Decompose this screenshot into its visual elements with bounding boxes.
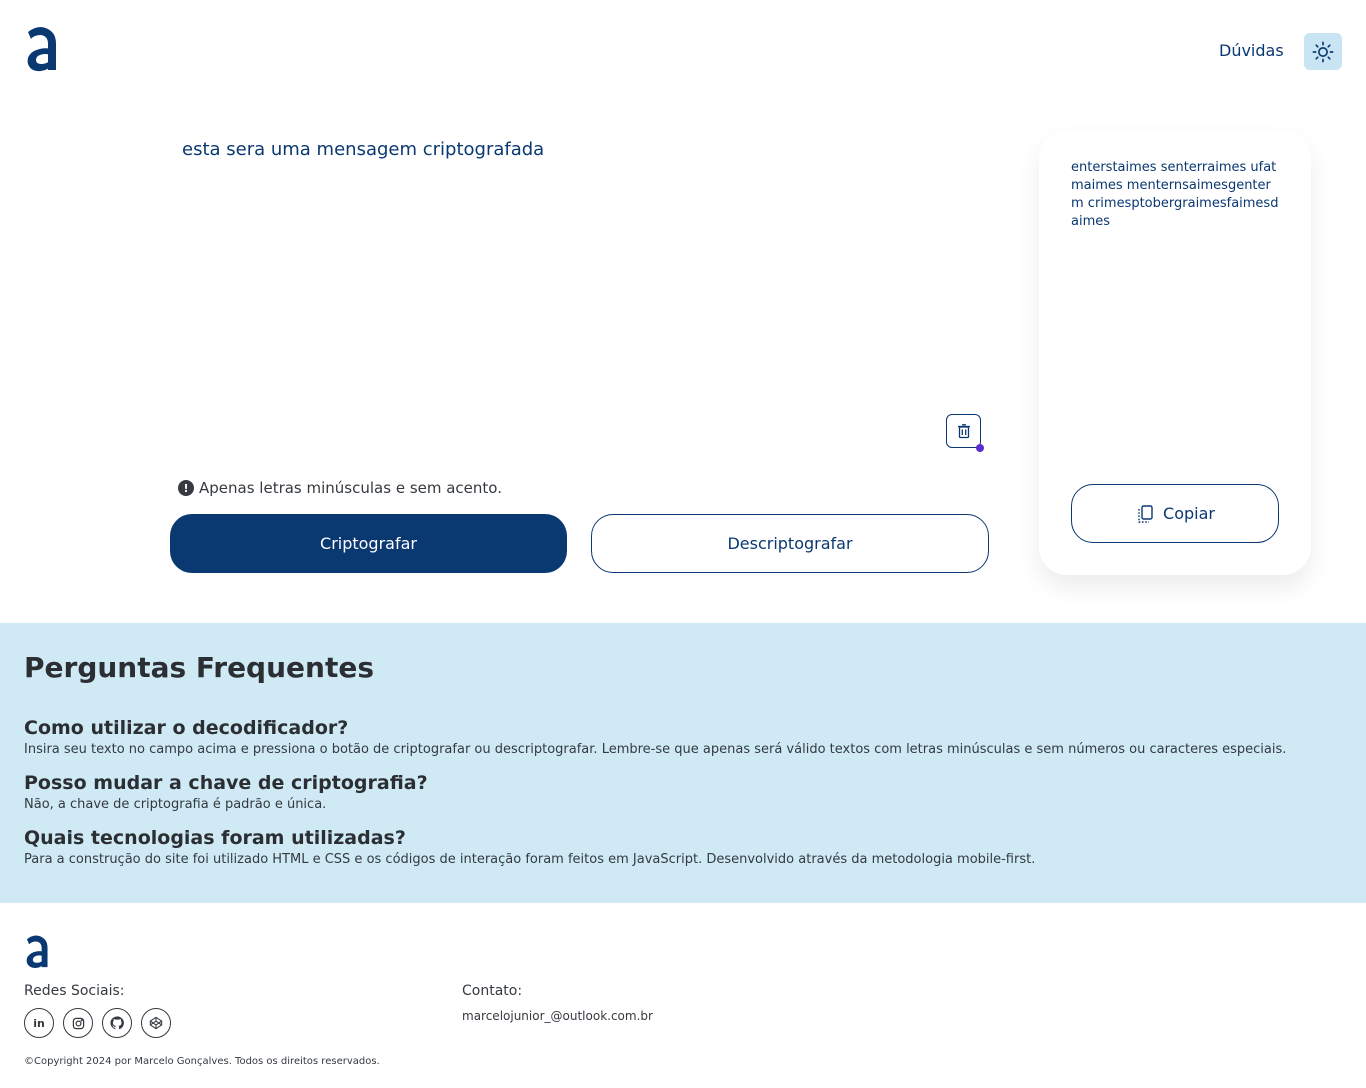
encrypt-button[interactable]: Criptografar — [170, 514, 567, 573]
footer: Redes Sociais: in Contato: marcelojunior… — [0, 903, 1366, 1088]
contact-label: Contato: — [462, 983, 523, 999]
social-links: in — [24, 1008, 171, 1038]
codepen-icon[interactable] — [141, 1008, 171, 1038]
decrypt-button[interactable]: Descriptografar — [591, 514, 989, 573]
faq-item: Quais tecnologias foram utilizadas? Para… — [24, 826, 1035, 869]
help-link[interactable]: Dúvidas — [1219, 40, 1284, 62]
faq-title: Perguntas Frequentes — [24, 651, 374, 684]
faq-item: Como utilizar o decodificador? Insira se… — [24, 716, 1286, 759]
linkedin-icon[interactable]: in — [24, 1008, 54, 1038]
instagram-icon[interactable] — [63, 1008, 93, 1038]
hint-text: Apenas letras minúsculas e sem acento. — [199, 479, 502, 497]
faq-answer: Não, a chave de criptografia é padrão e … — [24, 797, 327, 812]
alert-icon: ! — [178, 480, 194, 496]
footer-logo-icon[interactable] — [24, 933, 49, 969]
faq-question: Posso mudar a chave de criptografia? — [24, 772, 428, 794]
message-input[interactable]: esta sera uma mensagem criptografada — [182, 136, 982, 436]
input-hint: ! Apenas letras minúsculas e sem acento. — [178, 479, 502, 497]
copy-icon — [1138, 504, 1153, 523]
copy-label: Copiar — [1163, 504, 1215, 523]
result-output: enterstaimes senterraimes ufatmaimes men… — [1071, 160, 1279, 229]
theme-toggle-button[interactable] — [1304, 33, 1342, 70]
faq-question: Quais tecnologias foram utilizadas? — [24, 827, 406, 849]
contact-email-link[interactable]: marcelojunior_@outlook.com.br — [462, 1009, 653, 1023]
header: Dúvidas — [0, 0, 1366, 100]
faq-question: Como utilizar o decodificador? — [24, 717, 349, 739]
copy-button[interactable]: Copiar — [1071, 484, 1279, 543]
clear-button[interactable] — [946, 414, 981, 448]
resize-handle[interactable] — [976, 444, 984, 452]
faq-answer: Para a construção do site foi utilizado … — [24, 852, 1036, 867]
faq-answer: Insira seu texto no campo acima e pressi… — [24, 742, 1287, 757]
sun-icon — [1312, 41, 1334, 62]
faq-item: Posso mudar a chave de criptografia? Não… — [24, 771, 428, 814]
trash-icon — [957, 424, 970, 439]
faq-section: Perguntas Frequentes Como utilizar o dec… — [0, 623, 1366, 903]
github-icon[interactable] — [102, 1008, 132, 1038]
copyright: ©Copyright 2024 por Marcelo Gonçalves. T… — [24, 1056, 380, 1067]
logo-icon[interactable] — [24, 24, 58, 72]
result-panel: enterstaimes senterraimes ufatmaimes men… — [1039, 130, 1311, 575]
social-label: Redes Sociais: — [24, 983, 125, 999]
